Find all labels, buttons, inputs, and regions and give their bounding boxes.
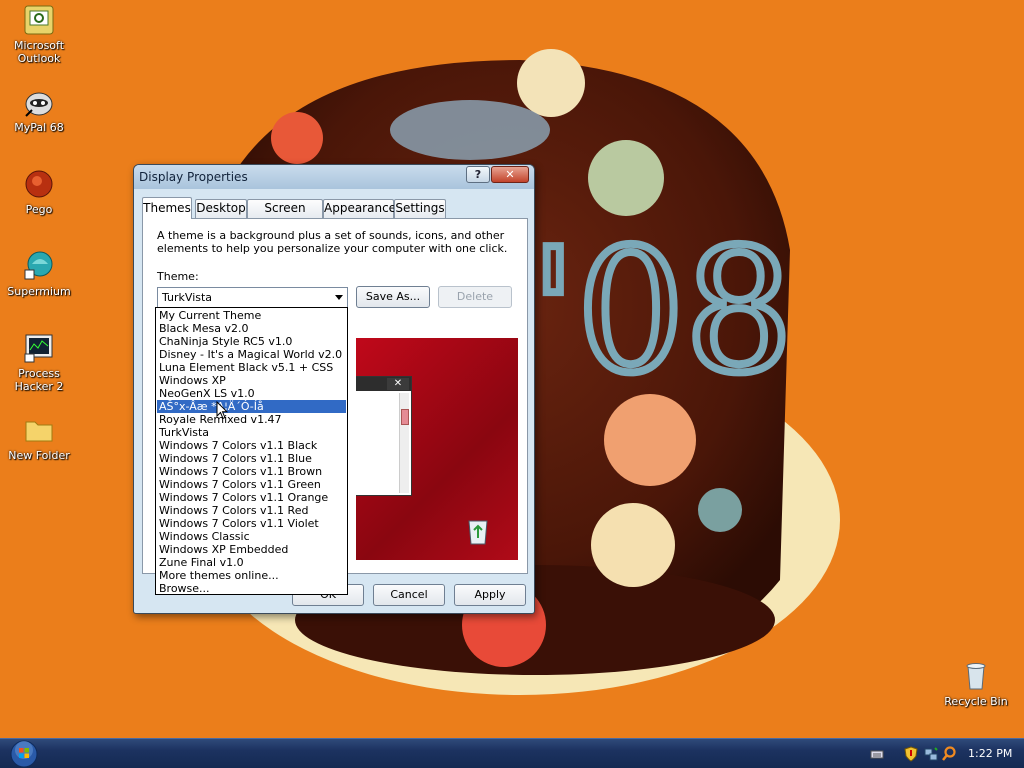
preview-scrollbar — [399, 393, 409, 493]
cancel-button[interactable]: Cancel — [373, 584, 445, 606]
desktop-icon-label: New Folder — [8, 449, 70, 462]
list-item[interactable]: TurkVista — [157, 426, 346, 439]
list-item[interactable]: Windows 7 Colors v1.1 Green — [157, 478, 346, 491]
recycle-bin-icon — [966, 663, 986, 690]
delete-button[interactable]: Delete — [438, 286, 512, 308]
preview-close-icon: ✕ — [387, 378, 409, 390]
list-item[interactable]: Black Mesa v2.0 — [157, 322, 346, 335]
theme-select[interactable]: TurkVista — [157, 287, 348, 308]
pego-icon — [25, 170, 53, 198]
desktop-icon-label: Pego — [25, 203, 53, 216]
theme-label: Theme: — [157, 270, 199, 283]
desktop-icon-new-folder[interactable]: New Folder — [1, 414, 77, 462]
list-item[interactable]: Browse... — [157, 582, 346, 595]
list-item[interactable]: Luna Element Black v5.1 + CSS — [157, 361, 346, 374]
desktop-icon-recycle-bin[interactable]: Recycle Bin — [938, 660, 1014, 708]
desktop-icon-pego[interactable]: Pego — [1, 168, 77, 216]
list-item[interactable]: Royale Remixed v1.47 — [157, 413, 346, 426]
keyboard-icon[interactable] — [869, 746, 885, 762]
search-icon[interactable] — [941, 746, 957, 762]
list-item[interactable]: Windows 7 Colors v1.1 Orange — [157, 491, 346, 504]
desktop-icon-label: Hacker 2 — [14, 380, 64, 393]
desktop-icon-label: Supermium — [7, 285, 71, 298]
folder-icon — [25, 421, 53, 442]
mypal-icon — [25, 92, 53, 117]
desktop-icon-process-hacker[interactable]: Process Hacker 2 — [1, 332, 77, 393]
taskbar: 1:22 PM — [0, 738, 1024, 768]
svg-text:'08: '08 — [530, 213, 793, 411]
outlook-icon — [24, 5, 54, 35]
desktop-icon-label: Recycle Bin — [944, 695, 1008, 708]
desktop-icon-supermium[interactable]: Supermium — [1, 250, 77, 298]
dialog-titlebar[interactable]: Display Properties ? ✕ — [134, 165, 534, 189]
desktop-icon-label: MyPal 68 — [14, 121, 64, 134]
dialog-title: Display Properties — [139, 170, 248, 184]
process-hacker-icon — [24, 334, 53, 363]
theme-dropdown-list[interactable]: My Current Theme Black Mesa v2.0 ChaNinj… — [155, 307, 348, 595]
list-item[interactable]: ChaNinja Style RC5 v1.0 — [157, 335, 346, 348]
help-button[interactable]: ? — [466, 166, 490, 183]
theme-preview: ✕ — [356, 338, 518, 560]
tab-themes[interactable]: Themes — [142, 197, 192, 219]
list-item[interactable]: Windows XP Embedded — [157, 543, 346, 556]
list-item[interactable]: Windows 7 Colors v1.1 Black — [157, 439, 346, 452]
list-item[interactable]: Windows 7 Colors v1.1 Blue — [157, 452, 346, 465]
apply-button[interactable]: Apply — [454, 584, 526, 606]
list-item[interactable]: Windows 7 Colors v1.1 Brown — [157, 465, 346, 478]
network-icon[interactable] — [923, 746, 939, 762]
tab-desktop[interactable]: Desktop — [195, 199, 247, 218]
themes-description: A theme is a background plus a set of so… — [157, 229, 508, 255]
list-item[interactable]: Windows 7 Colors v1.1 Red — [157, 504, 346, 517]
list-item[interactable]: My Current Theme — [157, 309, 346, 322]
close-button[interactable]: ✕ — [491, 166, 529, 183]
preview-recycle-bin-icon — [468, 520, 488, 545]
preview-window: ✕ — [356, 376, 412, 496]
chevron-down-icon[interactable] — [335, 295, 343, 300]
list-item[interactable]: NeoGenX LS v1.0 — [157, 387, 346, 400]
list-item[interactable]: Disney - It's a Magical World v2.0 — [157, 348, 346, 361]
desktop-icon-microsoft-outlook[interactable]: Microsoft Outlook — [1, 4, 77, 65]
desktop-icon-label: Outlook — [17, 52, 61, 65]
theme-select-value: TurkVista — [162, 291, 213, 304]
tab-settings[interactable]: Settings — [394, 199, 446, 218]
shield-icon[interactable] — [903, 746, 919, 762]
list-item[interactable]: Windows 7 Colors v1.1 Violet — [157, 517, 346, 530]
desktop-icon-mypal[interactable]: MyPal 68 — [1, 86, 77, 134]
desktop-icon-label: Microsoft — [13, 39, 65, 52]
tab-appearance[interactable]: Appearance — [323, 199, 396, 218]
save-as-button[interactable]: Save As... — [356, 286, 430, 308]
supermium-icon — [24, 251, 53, 280]
desktop-icon-label: Process — [18, 367, 60, 380]
list-item[interactable]: More themes online... — [157, 569, 346, 582]
tab-screen-saver[interactable]: Screen Saver — [247, 199, 323, 232]
windows-orb-icon[interactable] — [9, 740, 39, 768]
preview-scroll-thumb — [401, 409, 409, 425]
list-item-highlighted[interactable]: AŠ°x-Âæ *A¦Ä´Ó-Íå — [157, 400, 346, 413]
mouse-cursor-icon — [216, 401, 228, 420]
list-item[interactable]: Windows XP — [157, 374, 346, 387]
list-item[interactable]: Windows Classic — [157, 530, 346, 543]
list-item[interactable]: Zune Final v1.0 — [157, 556, 346, 569]
clock[interactable]: 1:22 PM — [968, 747, 1012, 760]
preview-window-titlebar: ✕ — [356, 377, 411, 391]
